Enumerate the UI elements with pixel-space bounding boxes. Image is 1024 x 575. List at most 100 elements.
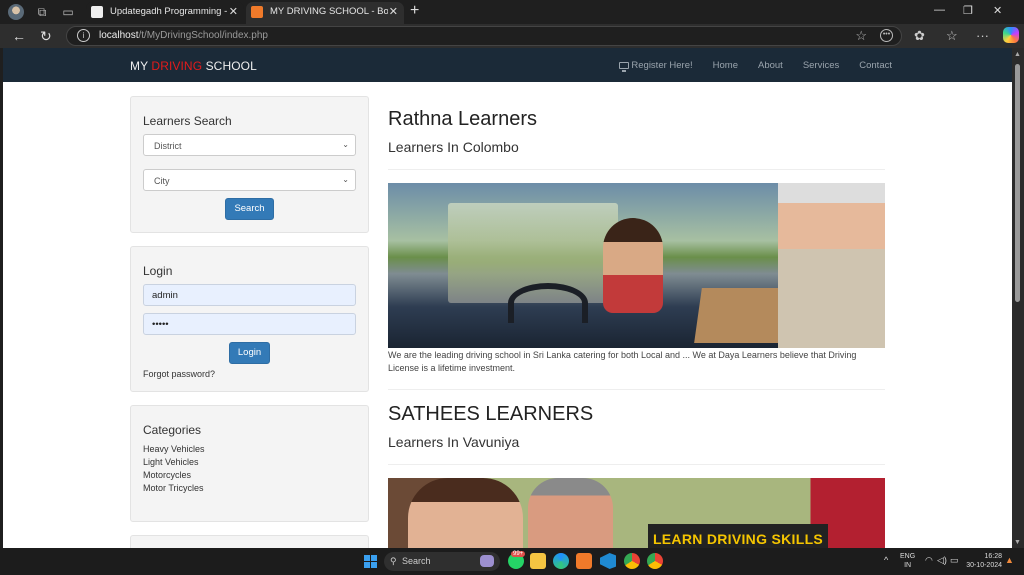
back-icon[interactable]: ←: [12, 28, 26, 44]
tab-updategadh[interactable]: Updategadh Programming - Upd ✕: [86, 2, 244, 24]
browser-toolbar: ← ↻ i localhost/t/MyDrivingSchool/index.…: [0, 24, 1024, 48]
close-tab-icon[interactable]: ✕: [389, 2, 398, 22]
city-select-value: City: [154, 176, 170, 186]
login-button[interactable]: Login: [228, 342, 271, 364]
category-link[interactable]: Light Vehicles: [143, 456, 356, 469]
wifi-icon[interactable]: ◠: [925, 556, 933, 565]
lang-bottom: IN: [904, 562, 912, 569]
login-title: Login: [143, 264, 173, 278]
category-link[interactable]: Motorcycles: [143, 469, 356, 482]
battery-icon[interactable]: ▭: [950, 556, 959, 565]
extensions-icon[interactable]: ✿: [914, 28, 925, 44]
image-banner-text: LEARN DRIVING SKILLS: [648, 524, 828, 548]
page-viewport: MY DRIVING SCHOOL Register Here! Home Ab…: [3, 48, 1012, 548]
district-select[interactable]: District ⌄: [143, 134, 356, 156]
favorites-icon[interactable]: ☆: [946, 28, 958, 44]
tab-my-driving-school[interactable]: MY DRIVING SCHOOL - Book You ✕: [246, 2, 404, 24]
edge-icon[interactable]: [553, 553, 569, 569]
divider: [388, 389, 885, 390]
brand-text-my: MY: [130, 59, 152, 73]
username-field[interactable]: admin: [143, 284, 356, 306]
clock-date: 30-10-2024: [966, 562, 1002, 569]
vscode-icon[interactable]: [600, 553, 616, 569]
tab-title: MY DRIVING SCHOOL - Book You: [270, 6, 388, 17]
category-link[interactable]: Heavy Vehicles: [143, 443, 356, 456]
notification-bell-icon[interactable]: ▲: [1005, 556, 1014, 565]
tab-title: Updategadh Programming - Upd: [110, 6, 228, 17]
divider: [388, 169, 885, 170]
tab-actions-icon[interactable]: ▭: [60, 4, 76, 20]
categories-title: Categories: [143, 423, 202, 437]
show-hidden-icons[interactable]: ^: [884, 556, 888, 565]
copilot-icon[interactable]: [1003, 27, 1019, 43]
chevron-down-icon: ⌄: [342, 175, 349, 184]
clock[interactable]: 16:28 30-10-2024: [966, 552, 1002, 570]
learner-face: [408, 478, 523, 548]
chrome-icon[interactable]: [624, 553, 640, 569]
school-image: LEARN DRIVING SKILLS: [388, 478, 885, 548]
divider: [388, 464, 885, 465]
xampp-icon[interactable]: [576, 553, 592, 569]
more-options-circle-icon[interactable]: •••: [880, 29, 893, 42]
district-select-value: District: [154, 141, 182, 151]
volume-icon[interactable]: ◁): [937, 556, 947, 565]
learners-search-panel: Learners Search District ⌄ City ⌄ Search: [130, 96, 369, 233]
password-field[interactable]: •••••: [143, 313, 356, 335]
site-info-icon[interactable]: i: [77, 29, 90, 42]
scroll-down-icon[interactable]: ▼: [1014, 539, 1021, 546]
nav-register[interactable]: Register Here!: [619, 60, 693, 72]
taskbar: ⚲ Search 99+ ^ ENG IN ◠ ◁) ▭ 16:28 30-10-20…: [0, 548, 1024, 575]
main-content: Rathna Learners Learners In Colombo We a…: [388, 96, 885, 548]
favorite-star-icon[interactable]: ☆: [855, 28, 867, 44]
lang-top: ENG: [900, 553, 916, 560]
nav-home[interactable]: Home: [713, 60, 738, 71]
maximize-icon[interactable]: ❐: [963, 4, 973, 17]
url-host: localhost: [99, 30, 139, 41]
search-highlight-icon: [480, 555, 494, 567]
workspaces-icon[interactable]: ⧉: [34, 4, 50, 20]
search-button[interactable]: Search: [225, 198, 274, 220]
city-select[interactable]: City ⌄: [143, 169, 356, 191]
nav-contact[interactable]: Contact: [859, 60, 892, 71]
updategadh-icon: [91, 6, 103, 18]
site-brand-logo[interactable]: MY DRIVING SCHOOL: [130, 59, 257, 73]
new-tab-icon[interactable]: +: [410, 2, 419, 20]
minimize-icon[interactable]: —: [934, 4, 945, 16]
chevron-down-icon: ⌄: [342, 140, 349, 149]
close-tab-icon[interactable]: ✕: [229, 2, 238, 22]
instructor-face: [528, 478, 613, 548]
nav-services[interactable]: Services: [803, 60, 839, 71]
steering-wheel: [508, 283, 588, 323]
login-panel: Login admin ••••• Login Forgot password?: [130, 246, 369, 392]
scroll-up-icon[interactable]: ▲: [1014, 51, 1021, 58]
refresh-icon[interactable]: ↻: [40, 28, 52, 44]
instructor: [778, 183, 885, 348]
browser-tab-bar: ⧉ ▭ Updategadh Programming - Upd ✕ MY DR…: [0, 0, 1024, 24]
language-indicator[interactable]: ENG IN: [900, 552, 915, 570]
taskbar-search[interactable]: ⚲ Search: [384, 552, 500, 571]
settings-more-icon[interactable]: ···: [976, 28, 989, 43]
address-bar[interactable]: i localhost/t/MyDrivingSchool/index.php …: [66, 26, 902, 46]
taskbar-search-label: Search: [402, 556, 431, 566]
forgot-password-link[interactable]: Forgot password?: [143, 369, 356, 379]
nav-label: Register Here!: [631, 60, 693, 71]
profile-avatar-icon[interactable]: [8, 4, 24, 20]
page-scrollbar[interactable]: ▲ ▼: [1012, 48, 1024, 548]
site-nav-links: Register Here! Home About Services Conta…: [599, 60, 892, 72]
school-location: Learners In Vavuniya: [388, 434, 520, 450]
scrollbar-thumb[interactable]: [1015, 64, 1020, 302]
next-panel: [130, 535, 369, 548]
categories-panel: Categories Heavy Vehicles Light Vehicles…: [130, 405, 369, 522]
search-icon: ⚲: [390, 556, 397, 566]
school-name: SATHEES LEARNERS: [388, 403, 594, 425]
chrome-icon[interactable]: [647, 553, 663, 569]
brand-text-driving: DRIVING: [151, 59, 203, 73]
windows-start-icon[interactable]: [364, 555, 377, 568]
notification-badge: 99+: [511, 551, 526, 557]
learners-search-title: Learners Search: [143, 114, 232, 128]
category-link[interactable]: Motor Tricycles: [143, 482, 356, 495]
nav-about[interactable]: About: [758, 60, 783, 71]
sidebar: Learners Search District ⌄ City ⌄ Search L…: [130, 96, 369, 548]
close-window-icon[interactable]: ✕: [993, 4, 1002, 17]
file-explorer-icon[interactable]: [530, 553, 546, 569]
